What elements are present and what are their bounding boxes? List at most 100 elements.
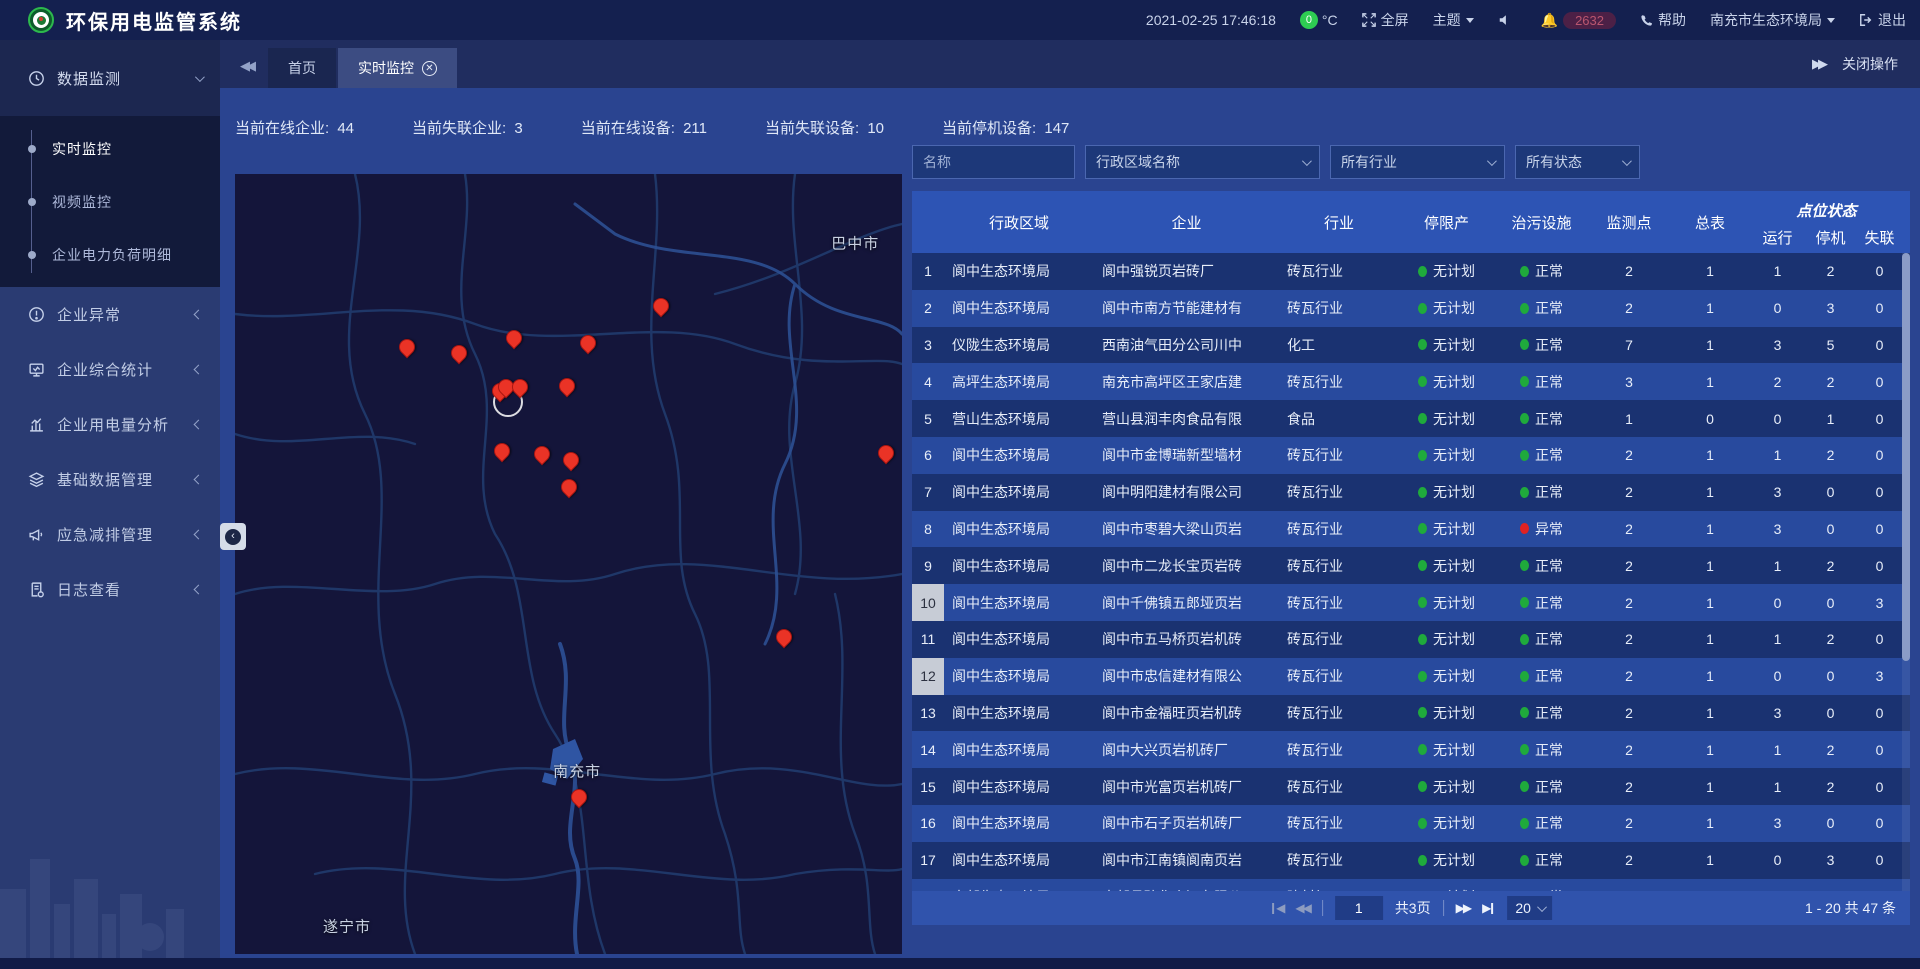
tabs-scroll-left-button[interactable]: ◀◀ — [220, 58, 268, 88]
close-operations-button[interactable]: ▶▶ 关闭操作 — [1812, 54, 1920, 88]
theme-dropdown[interactable]: 主题 — [1433, 10, 1474, 30]
table-row[interactable]: 10阆中生态环境局阆中千佛镇五郎垭页岩砖瓦行业无计划正常21003 — [912, 584, 1910, 621]
table-row[interactable]: 13阆中生态环境局阆中市金福旺页岩机砖砖瓦行业无计划正常21300 — [912, 695, 1910, 732]
column-header-监测点: 监测点 — [1589, 191, 1669, 253]
map-collapse-handle[interactable]: ‹ — [220, 523, 246, 550]
cell-index: 11 — [912, 621, 944, 658]
name-filter-field[interactable] — [912, 145, 1075, 179]
tab-实时监控[interactable]: 实时监控✕ — [338, 48, 457, 88]
cell-facility-status: 正常 — [1494, 327, 1589, 364]
cell-index: 15 — [912, 768, 944, 805]
table-row[interactable]: 12阆中生态环境局阆中市忠信建材有限公砖瓦行业无计划正常21003 — [912, 658, 1910, 695]
next-page-button[interactable]: ▶▶ — [1456, 901, 1470, 915]
cell-facility-status: 正常 — [1494, 695, 1589, 732]
column-header-停机: 停机 — [1804, 221, 1857, 253]
first-page-button[interactable]: ◀ — [1270, 901, 1283, 915]
cell-running: 0 — [1751, 842, 1804, 879]
sidebar-item-企业用电量分析[interactable]: 企业用电量分析 — [0, 397, 220, 452]
status-dot-icon — [1520, 450, 1529, 461]
column-header-企业: 企业 — [1094, 191, 1279, 253]
table-row[interactable]: 3仪陇生态环境局西南油气田分公司川中化工无计划正常71350 — [912, 327, 1910, 364]
sound-toggle[interactable] — [1498, 13, 1517, 27]
table-row[interactable]: 11阆中生态环境局阆中市五马桥页岩机砖砖瓦行业无计划正常21120 — [912, 621, 1910, 658]
page-number-input[interactable] — [1335, 896, 1383, 920]
cell-stopped: 3 — [1804, 290, 1857, 327]
bell-icon: 🔔 — [1541, 12, 1558, 29]
chevron-left-icon: ‹ — [225, 529, 241, 545]
table-row[interactable]: 6阆中生态环境局阆中市金博瑞新型墙材砖瓦行业无计划正常21120 — [912, 437, 1910, 474]
sidebar-subitem-企业电力负荷明细[interactable]: 企业电力负荷明细 — [0, 228, 220, 281]
chevron-left-icon — [194, 365, 204, 375]
sidebar-item-日志查看[interactable]: 日志查看 — [0, 562, 220, 617]
table-row[interactable]: 8阆中生态环境局阆中市枣碧大梁山页岩砖瓦行业无计划异常21300 — [912, 511, 1910, 548]
table-row[interactable]: 15阆中生态环境局阆中市光富页岩机砖厂砖瓦行业无计划正常21120 — [912, 768, 1910, 805]
cell-index: 2 — [912, 290, 944, 327]
datetime: 2021-02-25 17:46:18 — [1146, 12, 1276, 28]
cell-stopped: 0 — [1804, 584, 1857, 621]
stat-label: 当前失联设备: — [765, 120, 863, 137]
table-row[interactable]: 4高坪生态环境局南充市高坪区王家店建砖瓦行业无计划正常31220 — [912, 363, 1910, 400]
cell-lost: 3 — [1857, 584, 1902, 621]
table-row[interactable]: 9阆中生态环境局阆中市二龙长宝页岩砖砖瓦行业无计划正常21120 — [912, 547, 1910, 584]
map-canvas[interactable]: 巴中市南充市遂宁市 — [235, 174, 902, 954]
help-button[interactable]: 帮助 — [1640, 10, 1686, 30]
tab-label: 首页 — [288, 58, 316, 78]
industry-filter-select[interactable]: 所有行业 — [1330, 145, 1505, 179]
sidebar-subitem-实时监控[interactable]: 实时监控 — [0, 122, 220, 175]
sidebar-subitem-label: 企业电力负荷明细 — [52, 245, 172, 265]
cell-industry: 砖瓦行业 — [1279, 621, 1399, 658]
tab-close-icon[interactable]: ✕ — [422, 61, 437, 76]
chevron-left-icon — [194, 585, 204, 595]
prev-page-button[interactable]: ◀◀ — [1295, 901, 1309, 915]
cell-stopped: 2 — [1804, 253, 1857, 290]
notifications[interactable]: 🔔 2632 — [1541, 12, 1616, 29]
cell-running: 3 — [1751, 805, 1804, 842]
cell-monitor-points: 3 — [1589, 363, 1669, 400]
status-filter-select[interactable]: 所有状态 — [1515, 145, 1640, 179]
cell-company: 阆中明阳建材有限公司 — [1094, 474, 1279, 511]
last-page-button[interactable]: ▶ — [1482, 901, 1495, 915]
table-row[interactable]: 14阆中生态环境局阆中大兴页岩机砖厂砖瓦行业无计划正常21120 — [912, 731, 1910, 768]
region-filter-select[interactable]: 行政区域名称 — [1085, 145, 1320, 179]
table-row[interactable]: 5营山生态环境局营山县润丰肉食品有限食品无计划正常10010 — [912, 400, 1910, 437]
cell-lost: 0 — [1857, 363, 1902, 400]
fullscreen-button[interactable]: 全屏 — [1362, 10, 1409, 30]
cell-company: 西南油气田分公司川中 — [1094, 327, 1279, 364]
cell-facility-status: 正常 — [1494, 658, 1589, 695]
sidebar-item-企业异常[interactable]: 企业异常 — [0, 287, 220, 342]
table-row[interactable]: 2阆中生态环境局阆中市南方节能建材有砖瓦行业无计划正常21030 — [912, 290, 1910, 327]
tabs-scroll-right-icon: ▶▶ — [1812, 56, 1824, 72]
cell-stopped: 0 — [1804, 511, 1857, 548]
sidebar-item-数据监测[interactable]: 数据监测 — [0, 40, 220, 116]
cell-region: 阆中生态环境局 — [944, 584, 1094, 621]
cell-industry: 砖瓦行业 — [1279, 731, 1399, 768]
sidebar-item-基础数据管理[interactable]: 基础数据管理 — [0, 452, 220, 507]
sidebar-item-企业综合统计[interactable]: 企业综合统计 — [0, 342, 220, 397]
sidebar-subitem-视频监控[interactable]: 视频监控 — [0, 175, 220, 228]
scrollbar-thumb[interactable] — [1902, 253, 1910, 661]
cell-lost: 0 — [1857, 547, 1902, 584]
cell-company: 阆中市南方节能建材有 — [1094, 290, 1279, 327]
name-filter-input[interactable] — [923, 154, 1064, 170]
layers-icon — [28, 471, 45, 488]
column-header-运行: 运行 — [1751, 221, 1804, 253]
logout-button[interactable]: 退出 — [1859, 10, 1906, 30]
org-dropdown[interactable]: 南充市生态环境局 — [1710, 10, 1835, 30]
cell-facility-status: 正常 — [1494, 768, 1589, 805]
status-dot-icon — [1418, 671, 1427, 682]
cell-stopped: 2 — [1804, 621, 1857, 658]
sidebar-item-应急减排管理[interactable]: 应急减排管理 — [0, 507, 220, 562]
cell-stopped: 5 — [1804, 879, 1857, 891]
tab-首页[interactable]: 首页 — [268, 48, 336, 88]
table-row[interactable]: 17阆中生态环境局阆中市江南镇阆南页岩砖瓦行业无计划正常21030 — [912, 842, 1910, 879]
cell-lost: 0 — [1857, 842, 1902, 879]
table-row[interactable]: 1阆中生态环境局阆中强锐页岩砖厂砖瓦行业无计划正常21120 — [912, 253, 1910, 290]
map-panel[interactable]: 巴中市南充市遂宁市 ‹ — [235, 174, 902, 954]
pagination-range: 1 - 20 共 47 条 — [1805, 898, 1910, 918]
page-size-select[interactable]: 20 — [1507, 896, 1552, 920]
table-row[interactable]: 7阆中生态环境局阆中明阳建材有限公司砖瓦行业无计划正常21300 — [912, 474, 1910, 511]
cell-industry: 砖瓦行业 — [1279, 768, 1399, 805]
caret-down-icon — [1827, 18, 1835, 23]
table-row[interactable]: 18南部生态环境局南部县砖化小河有限公建材加工无计划正常60050 — [912, 879, 1910, 891]
table-row[interactable]: 16阆中生态环境局阆中市石子页岩机砖厂砖瓦行业无计划正常21300 — [912, 805, 1910, 842]
